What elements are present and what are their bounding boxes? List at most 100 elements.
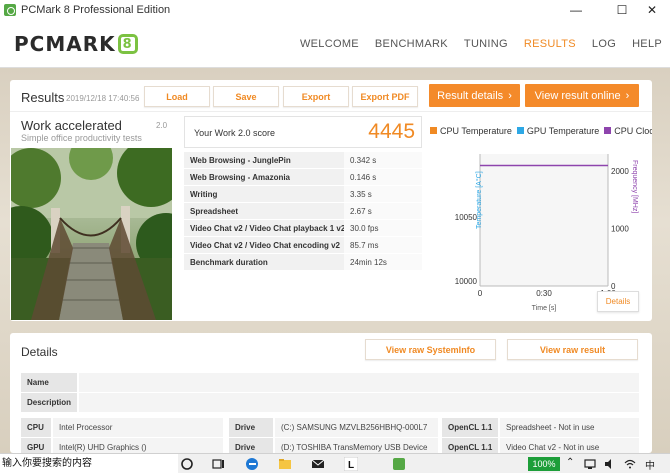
subtest-row: Spreadsheet 2.67 s — [184, 203, 422, 220]
mail-icon[interactable] — [311, 457, 325, 471]
nav-log[interactable]: LOG — [584, 38, 624, 50]
save-button[interactable]: Save — [213, 86, 279, 107]
y-left-tick-label: 10000 — [455, 277, 478, 286]
export-button[interactable]: Export — [283, 86, 349, 107]
drive-label: Drive — [229, 418, 273, 437]
logo-badge: 8 — [117, 34, 138, 54]
legend-item[interactable]: CPU Temperature — [430, 126, 512, 136]
legend-item[interactable]: GPU Temperature — [516, 126, 600, 136]
taskbar: 输入你要搜索的内容 L 100% ⌃ 中 — [0, 453, 670, 473]
opencl-label: OpenCL 1.1 — [442, 418, 498, 437]
name-label: Name — [21, 373, 77, 392]
subtest-row: Video Chat v2 / Video Chat playback 1 v2… — [184, 220, 422, 237]
pcmark-taskbar-icon[interactable] — [392, 457, 406, 471]
subtest-value: 3.35 s — [344, 186, 422, 202]
y-right-tick-label: 2000 — [611, 167, 629, 176]
view-raw-systeminfo-button[interactable]: View raw SystemInfo — [365, 339, 496, 360]
wifi-icon[interactable] — [623, 457, 637, 471]
subtest-value: 24min 12s — [344, 254, 422, 270]
x-axis-label: Time [s] — [532, 305, 557, 312]
result-details-label: Result details — [437, 89, 504, 102]
score-box: Your Work 2.0 score 4445 — [184, 116, 422, 148]
chart-details-button[interactable]: Details — [597, 291, 639, 312]
subtest-value: 85.7 ms — [344, 237, 422, 253]
edge-icon[interactable] — [245, 457, 259, 471]
network-icon[interactable] — [583, 457, 597, 471]
benchmark-image — [11, 148, 172, 320]
pcmark-logo: PCMARK 8 — [14, 32, 138, 56]
drive-value: (C:) SAMSUNG MZVLB256HBHQ-000L7 — [275, 418, 438, 437]
nav-benchmark[interactable]: BENCHMARK — [367, 38, 456, 50]
results-date: 2019/12/18 17:40:56 — [66, 94, 140, 103]
nav-results[interactable]: RESULTS — [516, 38, 584, 50]
cpu-label: CPU — [21, 418, 51, 437]
subtest-row: Web Browsing - JunglePin 0.342 s — [184, 152, 422, 169]
result-details-button[interactable]: Result details › — [429, 84, 520, 107]
name-value — [79, 373, 639, 392]
subtest-row: Web Browsing - Amazonia 0.146 s — [184, 169, 422, 186]
pcmark-app-icon — [4, 4, 16, 16]
export-pdf-button[interactable]: Export PDF — [352, 86, 418, 107]
subtest-value: 30.0 fps — [344, 220, 422, 236]
legend-item[interactable]: CPU Clock — [604, 126, 652, 136]
subtest-name: Web Browsing - Amazonia — [190, 173, 291, 182]
close-button[interactable]: ✕ — [632, 0, 670, 20]
y-right-tick-label: 1000 — [611, 225, 629, 234]
battery-indicator[interactable]: 100% — [528, 457, 560, 471]
nav-welcome[interactable]: WELCOME — [292, 38, 367, 50]
window-title: PCMark 8 Professional Edition — [21, 4, 171, 16]
description-label: Description — [21, 393, 77, 412]
view-online-label: View result online — [534, 89, 621, 102]
subtest-table: Web Browsing - JunglePin 0.342 s Web Brows… — [184, 152, 422, 271]
y-right-axis-label: Frequency [MHz] — [631, 160, 638, 213]
results-title: Results — [21, 90, 65, 105]
main-nav: WELCOME BENCHMARK TUNING RESULTS LOG HELP — [292, 20, 670, 68]
legend-swatch — [516, 127, 524, 134]
workload-version: 2.0 — [156, 121, 168, 130]
x-tick-label: 0 — [478, 289, 483, 298]
task-view-icon[interactable] — [211, 457, 225, 471]
workload-subtitle: Simple office productivity tests — [21, 133, 142, 143]
title-bar: PCMark 8 Professional Edition — ☐ ✕ — [0, 0, 670, 20]
subtest-row: Benchmark duration 24min 12s — [184, 254, 422, 271]
volume-icon[interactable] — [603, 457, 617, 471]
logo-text: PCMARK — [14, 32, 116, 56]
cpu-value: Intel Processor — [53, 418, 223, 437]
description-value — [79, 393, 639, 412]
y-left-tick-label: 10050 — [455, 213, 478, 222]
results-header: Results 2019/12/18 17:40:56 Load Save Ex… — [10, 80, 652, 112]
score-label: Your Work 2.0 score — [194, 128, 276, 138]
minimize-button[interactable]: — — [556, 0, 596, 20]
result-panel: Results 2019/12/18 17:40:56 Load Save Ex… — [10, 80, 652, 321]
chevron-right-icon: › — [625, 89, 630, 102]
svg-text:L: L — [348, 460, 354, 471]
view-online-button[interactable]: View result online › — [525, 84, 639, 107]
workload-title: Work accelerated — [21, 118, 122, 133]
monitoring-chart: 100501000020001000000:301:00 Temperature… — [455, 154, 638, 312]
nav-tuning[interactable]: TUNING — [456, 38, 516, 50]
subtest-row: Writing 3.35 s — [184, 186, 422, 203]
cortana-icon[interactable] — [180, 457, 194, 471]
taskbar-search[interactable]: 输入你要搜索的内容 — [0, 454, 178, 473]
chevron-right-icon: › — [508, 89, 512, 102]
nav-help[interactable]: HELP — [624, 38, 670, 50]
y-left-axis-label: Temperature [A°C] — [475, 171, 483, 229]
x-tick-label: 0:30 — [536, 289, 552, 298]
l-app-icon[interactable]: L — [344, 457, 358, 471]
subtest-name: Benchmark duration — [190, 258, 268, 267]
subtest-row: Video Chat v2 / Video Chat encoding v2 85… — [184, 237, 422, 254]
subtest-value: 0.342 s — [344, 152, 422, 168]
file-explorer-icon[interactable] — [278, 457, 292, 471]
subtest-name: Writing — [190, 190, 218, 199]
legend-label: GPU Temperature — [526, 126, 600, 136]
chevron-up-icon[interactable]: ⌃ — [566, 457, 574, 468]
legend-swatch — [430, 127, 437, 134]
plot-area — [480, 154, 608, 286]
score-value: 4445 — [368, 120, 415, 143]
chart-legend: CPU Temperature GPU Temperature CPU Clock — [430, 126, 652, 136]
view-raw-result-button[interactable]: View raw result — [507, 339, 638, 360]
load-button[interactable]: Load — [144, 86, 210, 107]
details-title: Details — [21, 345, 58, 359]
ime-indicator[interactable]: 中 — [645, 457, 655, 472]
legend-label: CPU Clock — [614, 126, 652, 136]
